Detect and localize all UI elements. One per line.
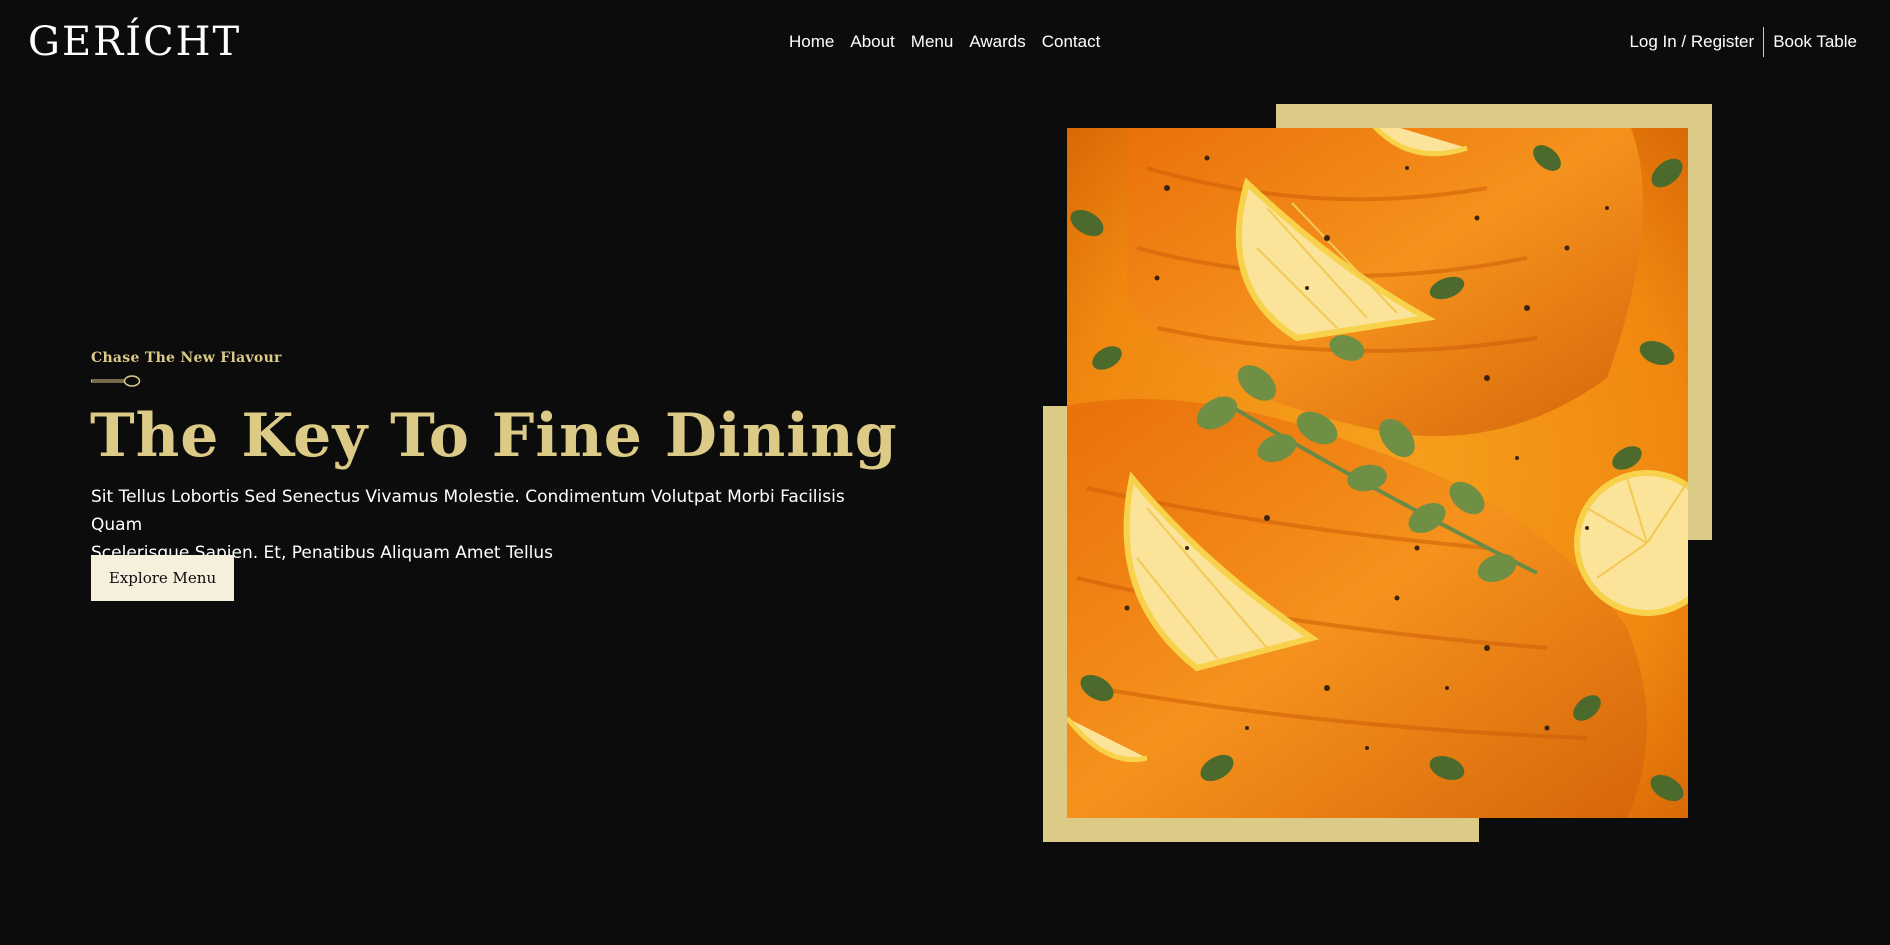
nav-links: Home About Menu Awards Contact <box>789 31 1100 53</box>
spoon-icon <box>91 373 141 392</box>
book-table-link[interactable]: Book Table <box>1773 31 1857 53</box>
nav-link-about[interactable]: About <box>850 31 894 53</box>
nav-link-menu[interactable]: Menu <box>911 31 954 53</box>
hero-food-image <box>1067 128 1688 818</box>
login-register-link[interactable]: Log In / Register <box>1629 31 1754 53</box>
nav-link-home[interactable]: Home <box>789 31 834 53</box>
nav-divider <box>1763 27 1765 57</box>
logo[interactable]: GERÍCHT <box>28 18 241 66</box>
navbar: GERÍCHT Home About Menu Awards Contact L… <box>0 0 1890 84</box>
hero-description-line1: Sit Tellus Lobortis Sed Senectus Vivamus… <box>91 487 845 535</box>
hero-title: The Key To Fine Dining <box>90 401 898 471</box>
nav-account: Log In / Register Book Table <box>1629 27 1857 57</box>
hero-subtitle: Chase The New Flavour <box>91 350 282 366</box>
explore-menu-button[interactable]: Explore Menu <box>91 555 234 601</box>
nav-link-contact[interactable]: Contact <box>1042 31 1101 53</box>
nav-link-awards[interactable]: Awards <box>969 31 1025 53</box>
